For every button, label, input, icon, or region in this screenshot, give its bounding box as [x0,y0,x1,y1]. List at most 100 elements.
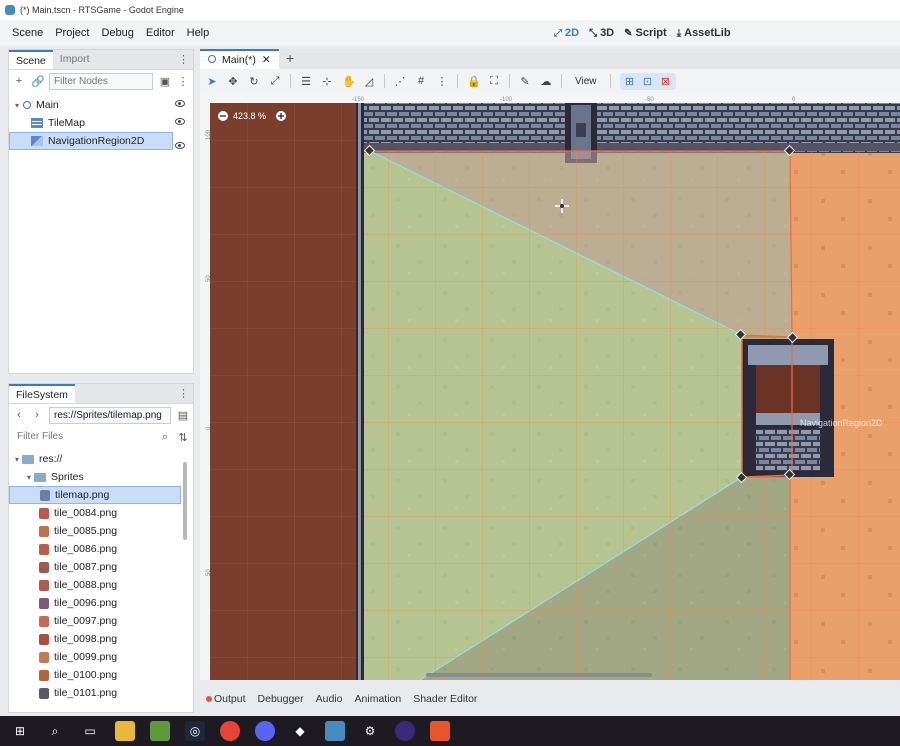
create-points-icon[interactable]: ⊞ [624,75,636,88]
viewport-h-scrollbar[interactable] [426,673,652,677]
collapse-arrow-icon[interactable]: ▾ [15,101,19,110]
steam-icon[interactable]: ◎ [185,721,205,741]
mode-2d-button[interactable]: ⤢ 2D [554,27,579,39]
scene-more-icon[interactable]: ⋮ [177,75,189,88]
mode-script-button[interactable]: ✎ Script [624,27,667,39]
chrome-icon[interactable] [220,721,240,741]
tab-shader-editor[interactable]: Shader Editor [413,693,477,705]
sort-icon[interactable]: ⇅ [177,431,189,444]
discord-icon[interactable] [255,721,275,741]
add-scene-tab-icon[interactable]: + [286,50,294,66]
file-list-scrollbar[interactable] [183,462,187,540]
attach-script-icon[interactable]: ▣ [159,75,171,88]
windows-start-icon[interactable]: ⊞ [10,721,30,741]
folder-item[interactable]: ▾ Sprites [9,468,193,486]
settings-icon[interactable]: ⚙ [360,721,380,741]
file-item[interactable]: tile_0085.png [9,522,193,540]
filter-files-input[interactable]: Filter Files [13,429,153,446]
task-view-icon[interactable]: ▭ [80,721,100,741]
collapse-arrow-icon[interactable]: ▾ [27,473,31,482]
move-mode-icon[interactable]: ✥ [227,75,239,88]
file-item[interactable]: tile_0084.png [9,504,193,522]
unity-icon[interactable]: ◆ [290,721,310,741]
scene-dock-menu-icon[interactable]: ⋮ [178,53,189,66]
menu-help[interactable]: Help [181,27,216,39]
obs-icon[interactable] [395,721,415,741]
skeleton-options-icon[interactable]: ☁ [540,75,552,88]
ruler-mode-icon[interactable]: ◿ [363,75,375,88]
add-node-icon[interactable]: + [13,75,25,87]
workspace-modes: ⤢ 2D ⤡ 3D ✎ Script ⤓ AssetLib [554,20,731,46]
toolbar-separator [290,74,291,88]
close-tab-icon[interactable]: ✕ [262,54,271,66]
tree-node-tilemap[interactable]: TileMap [9,114,193,132]
list-select-icon[interactable]: ☰ [300,75,312,88]
file-item[interactable]: tilemap.png [9,486,181,504]
snap-options-icon[interactable]: ⋮ [436,75,448,88]
smart-snap-icon[interactable]: ⋰ [394,75,406,88]
node2d-icon [208,55,216,63]
godot-taskbar-icon[interactable] [325,721,345,741]
bone-icon[interactable]: ✎ [519,75,531,88]
edit-points-icon[interactable]: ⊡ [642,75,654,88]
group-icon[interactable]: ⛶ [488,75,500,88]
zoom-level[interactable]: 423.8 % [233,111,266,121]
tab-import[interactable]: Import [53,50,97,69]
tab-output[interactable]: Output [206,693,246,705]
tab-animation[interactable]: Animation [355,693,402,705]
file-explorer-icon[interactable] [115,721,135,741]
file-label: tile_0097.png [54,615,118,627]
file-item[interactable]: tile_0100.png [9,666,193,684]
file-item[interactable]: tile_0101.png [9,684,193,702]
back-arrow-icon[interactable]: ‹ [13,409,25,421]
menu-scene[interactable]: Scene [6,27,49,39]
visibility-eye-icon[interactable] [175,100,185,107]
minecraft-icon[interactable] [150,721,170,741]
grid-snap-icon[interactable]: # [415,75,427,87]
app-icon[interactable] [430,721,450,741]
tree-node-navigationregion2d[interactable]: NavigationRegion2D [9,132,173,150]
visibility-eye-icon[interactable] [175,118,185,125]
tab-filesystem[interactable]: FileSystem [9,384,75,403]
file-item[interactable]: tile_0087.png [9,558,193,576]
viewport-canvas[interactable]: -150 -100 -50 0 100 50 0 50 423.8 % Navi… [200,93,900,680]
tab-debugger[interactable]: Debugger [258,693,304,705]
filter-nodes-input[interactable]: Filter Nodes [49,72,153,90]
file-item[interactable]: tile_0099.png [9,648,193,666]
search-icon: ⌕ [161,430,169,443]
scale-mode-icon[interactable]: ⤢ [269,75,281,88]
file-item[interactable]: tile_0088.png [9,576,193,594]
canvas-viewport[interactable]: -150 -100 -50 0 100 50 0 50 423.8 % Navi… [200,93,900,680]
delete-points-icon[interactable]: ⊠ [660,75,672,88]
file-item[interactable]: tile_0096.png [9,594,193,612]
link-icon[interactable]: 🔗 [31,75,45,88]
menu-editor[interactable]: Editor [140,27,181,39]
mode-3d-button[interactable]: ⤡ 3D [589,27,614,39]
pivot-icon[interactable]: ⊹ [321,75,333,88]
split-view-icon[interactable]: ▤ [177,409,189,422]
filesystem-menu-icon[interactable]: ⋮ [178,387,189,400]
image-file-icon [39,669,49,681]
menu-debug[interactable]: Debug [95,27,139,39]
menu-project[interactable]: Project [49,27,95,39]
search-icon[interactable]: ⌕ [45,721,65,741]
path-field[interactable]: res://Sprites/tilemap.png [49,406,171,424]
file-item[interactable]: tile_0098.png [9,630,193,648]
collapse-arrow-icon[interactable]: ▾ [15,455,19,464]
lock-icon[interactable]: 🔒 [467,75,481,88]
visibility-eye-icon[interactable] [175,142,185,149]
pan-mode-icon[interactable]: ✋ [342,75,356,88]
file-item[interactable]: tile_0097.png [9,612,193,630]
image-file-icon [39,633,49,645]
mode-assetlib-button[interactable]: ⤓ AssetLib [677,27,731,39]
scene-tab-main[interactable]: Main(*) ✕ [200,49,279,69]
file-item[interactable]: tile_0086.png [9,540,193,558]
select-mode-icon[interactable]: ➤ [206,75,218,88]
tree-node-main[interactable]: ▾ Main [9,96,193,114]
view-menu-button[interactable]: View [571,76,601,87]
folder-item[interactable]: ▾ res:// [9,450,193,468]
tab-scene[interactable]: Scene [9,50,53,69]
rotate-mode-icon[interactable]: ↻ [248,75,260,88]
forward-arrow-icon[interactable]: › [31,409,43,421]
tab-audio[interactable]: Audio [316,693,343,705]
